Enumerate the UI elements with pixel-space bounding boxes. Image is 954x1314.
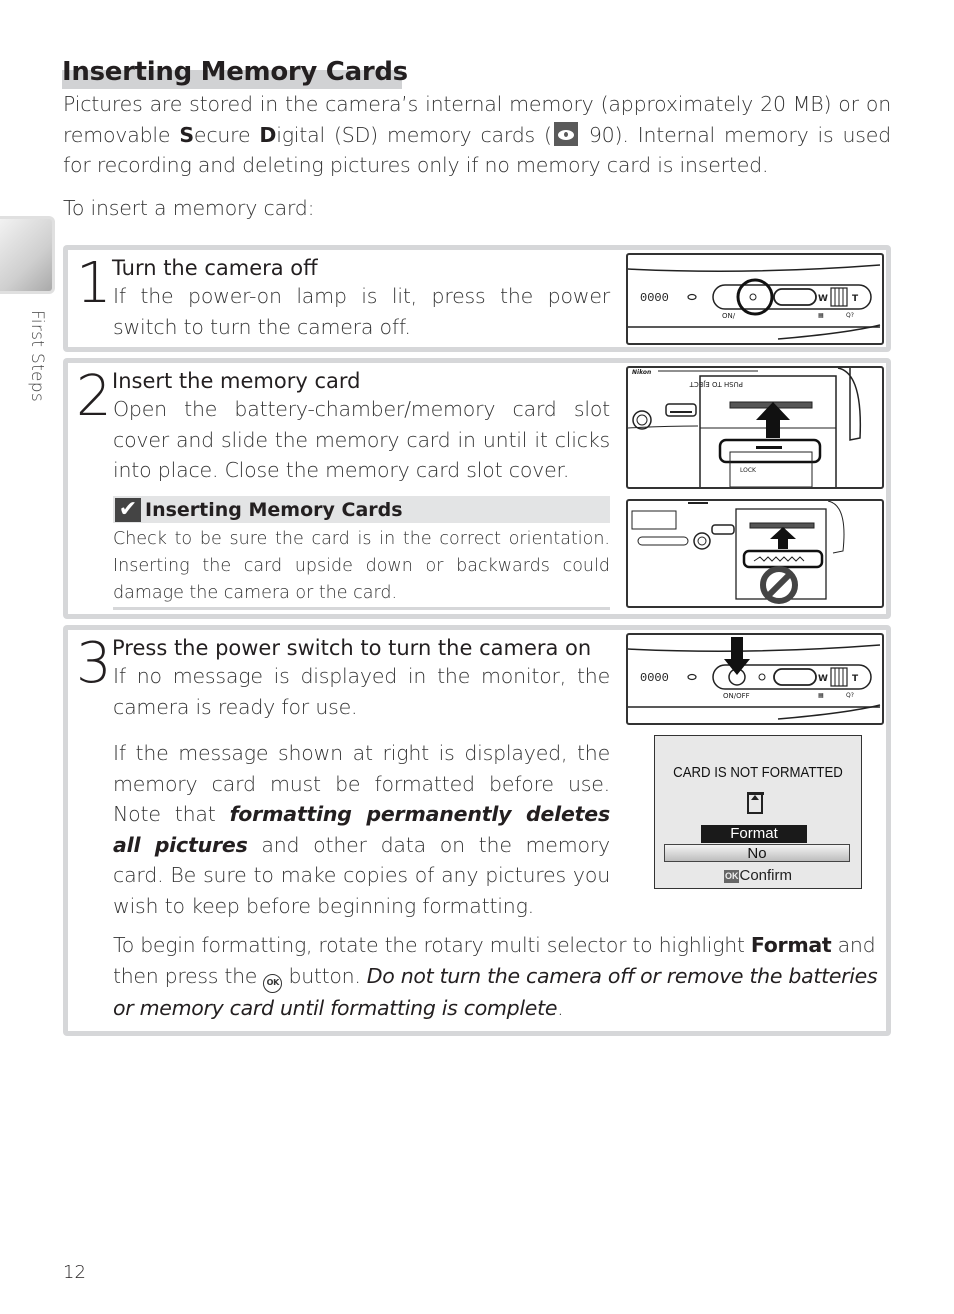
camera-top-power-switch-circled: 0000 W T ON/ ▦ Q? xyxy=(626,253,884,345)
ok-badge-icon: OK xyxy=(723,870,740,883)
page-number: 12 xyxy=(63,1262,86,1283)
intro-text: ecure xyxy=(193,122,260,147)
step-1: 1 Turn the camera off If the power-on la… xyxy=(63,245,891,352)
svg-text:0000: 0000 xyxy=(640,291,669,305)
check-icon: ✔ xyxy=(115,498,141,522)
step-3: 3 Press the power switch to turn the cam… xyxy=(63,625,891,1036)
camera-top-illustration: 0000 W T ON/ ▦ Q? xyxy=(628,264,881,340)
para-text: button. xyxy=(282,963,367,988)
step-title: Press the power switch to turn the camer… xyxy=(112,636,592,660)
note-header: ✔ Inserting Memory Cards xyxy=(113,496,610,523)
format-bold: Format xyxy=(750,933,832,957)
svg-text:Q?: Q? xyxy=(846,312,854,319)
step-number: 3 xyxy=(76,631,112,696)
card-slot-insert-correct: Nikon PUSH TO EJECT LOCK xyxy=(626,366,884,489)
intro-bold-d: D xyxy=(259,122,277,147)
reference-eye-icon xyxy=(553,121,578,146)
svg-text:Q?: Q? xyxy=(846,692,854,699)
lock-label: LOCK xyxy=(740,467,757,474)
note-title: Inserting Memory Cards xyxy=(145,499,403,521)
step-body: Open the battery-chamber/memory card slo… xyxy=(113,397,610,482)
intro-paragraph: Pictures are stored in the camera’s inte… xyxy=(63,89,891,181)
step-title: Insert the memory card xyxy=(112,369,361,393)
reference-page-link[interactable]: 90 xyxy=(580,123,615,147)
svg-text:W: W xyxy=(818,674,828,684)
step-title: Turn the camera off xyxy=(112,256,318,280)
step-body: If no message is displayed in the monito… xyxy=(113,664,610,719)
lcd-confirm-hint: OKConfirm xyxy=(655,867,861,884)
step-number: 1 xyxy=(76,251,112,316)
lead-text: To insert a memory card: xyxy=(63,196,315,220)
step-body: If the power-on lamp is lit, press the p… xyxy=(113,284,610,339)
svg-text:T: T xyxy=(852,294,859,304)
intro-bold-s: S xyxy=(179,122,194,147)
camera-top-power-switch-pressed: 0000 W T ON/OFF ▦ Q? xyxy=(626,633,884,725)
on-off-label: ON/OFF xyxy=(723,692,750,700)
card-slot-insert-wrong xyxy=(626,499,884,608)
note-divider xyxy=(113,607,610,610)
brand-label: Nikon xyxy=(632,369,651,376)
svg-text:T: T xyxy=(852,674,859,684)
push-to-eject-label: PUSH TO EJECT xyxy=(689,380,743,388)
lcd-option-no[interactable]: No xyxy=(664,844,850,862)
lcd-card-not-formatted-screen: CARD IS NOT FORMATTED Format No OKConfir… xyxy=(654,735,862,889)
memory-card-icon xyxy=(746,792,764,814)
step-number: 2 xyxy=(76,364,112,429)
svg-text:▦: ▦ xyxy=(818,692,824,699)
para-text: . xyxy=(557,995,564,1020)
step-2: 2 Insert the memory card Open the batter… xyxy=(63,358,891,619)
format-instructions-paragraph: To begin formatting, rotate the rotary m… xyxy=(113,930,885,1023)
confirm-label: Confirm xyxy=(739,867,792,884)
note-body: Check to be sure the card is in the corr… xyxy=(113,529,610,603)
chapter-label: First Steps xyxy=(27,310,47,403)
lcd-message: CARD IS NOT FORMATTED xyxy=(673,764,843,781)
card-slot-illustration: Nikon PUSH TO EJECT LOCK xyxy=(628,368,862,487)
page-title: Inserting Memory Cards xyxy=(62,57,408,87)
svg-text:▦: ▦ xyxy=(818,312,824,319)
on-off-label: ON/ xyxy=(722,312,736,320)
card-slot-wrong-illustration xyxy=(631,501,845,604)
ok-button-icon: OK xyxy=(263,973,283,993)
svg-text:W: W xyxy=(818,294,828,304)
camera-top-illustration: 0000 W T ON/OFF ▦ Q? xyxy=(628,637,881,720)
svg-text:0000: 0000 xyxy=(640,671,669,685)
para-text: To begin formatting, rotate the rotary m… xyxy=(113,933,751,957)
format-warning-paragraph: If the message shown at right is display… xyxy=(113,738,610,921)
chapter-tab xyxy=(0,216,55,294)
intro-text: igital (SD) memory cards ( xyxy=(276,122,552,147)
lcd-option-format[interactable]: Format xyxy=(701,825,807,843)
